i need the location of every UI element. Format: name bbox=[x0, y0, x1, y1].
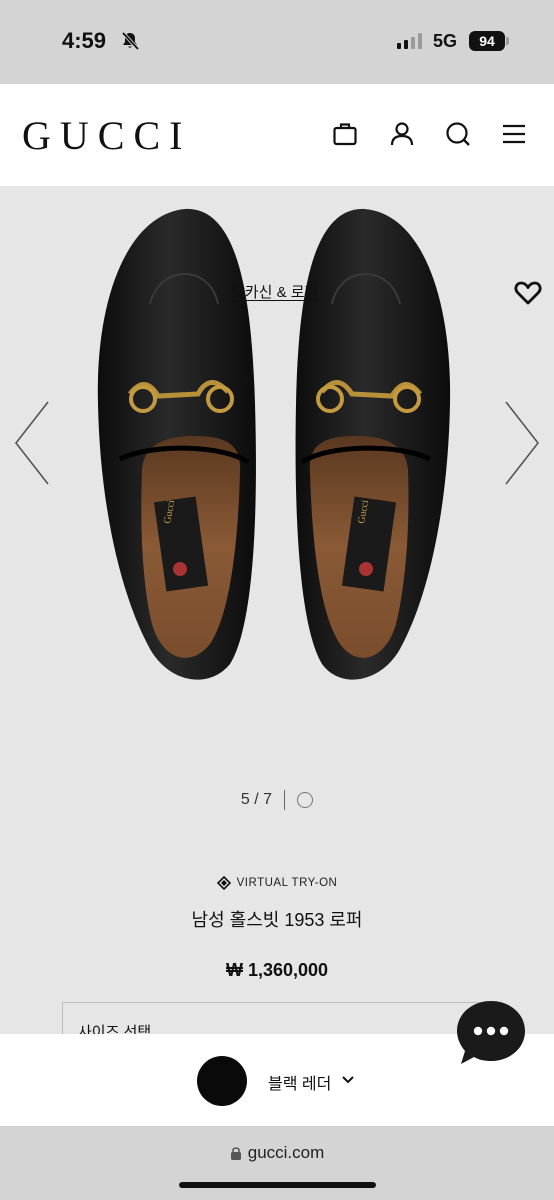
breadcrumb[interactable]: 모카신 & 로퍼 bbox=[231, 281, 318, 302]
color-swatch[interactable] bbox=[197, 1056, 247, 1106]
gallery-text: 5 / 7 bbox=[241, 791, 272, 809]
heart-icon[interactable] bbox=[514, 280, 542, 306]
product-hero: Gucci Gucci 모카신 & 로퍼 5 / 7 VIRTUAL TRY-O… bbox=[0, 186, 554, 1042]
battery-tip bbox=[506, 37, 509, 45]
left-shoe: Gucci bbox=[97, 208, 256, 680]
chevron-left-icon[interactable] bbox=[12, 398, 52, 488]
gallery-dot[interactable] bbox=[297, 792, 314, 808]
search-icon[interactable] bbox=[444, 120, 472, 148]
virtual-try-on-label: VIRTUAL TRY-ON bbox=[236, 877, 338, 889]
lock-icon bbox=[230, 1146, 241, 1160]
product-price: ₩ 1,360,000 bbox=[225, 960, 329, 980]
gucci-logo[interactable]: GUCCI bbox=[22, 112, 191, 159]
gallery-divider bbox=[284, 790, 286, 810]
status-time: 4:59 bbox=[62, 28, 107, 53]
network-label: 5G bbox=[433, 31, 458, 51]
user-icon[interactable] bbox=[388, 120, 416, 148]
menu-icon[interactable] bbox=[500, 120, 528, 148]
chevron-right-icon[interactable] bbox=[502, 398, 542, 488]
bell-slash-icon bbox=[121, 31, 140, 51]
url-field[interactable]: gucci.com bbox=[0, 1143, 554, 1163]
gallery-total: 7 bbox=[263, 791, 273, 808]
gallery-current: 5 bbox=[240, 791, 250, 808]
virtual-try-on[interactable]: VIRTUAL TRY-ON bbox=[0, 876, 554, 890]
url-text: gucci.com bbox=[247, 1143, 325, 1162]
battery-level: 94 bbox=[479, 33, 495, 49]
home-indicator bbox=[179, 1182, 376, 1188]
battery-icon: 94 bbox=[469, 31, 505, 51]
product-image: Gucci Gucci bbox=[97, 208, 451, 680]
variant-label: 블랙 레더 bbox=[268, 1076, 332, 1093]
gallery-counter: 5 / 7 bbox=[0, 790, 554, 810]
bag-icon[interactable] bbox=[331, 120, 359, 148]
virtual-try-on-icon bbox=[216, 876, 231, 890]
product-name: 남성 홀스빗 1953 로퍼 bbox=[191, 910, 363, 930]
site-header: GUCCI bbox=[0, 84, 554, 186]
chevron-down-icon[interactable] bbox=[341, 1075, 355, 1085]
right-shoe: Gucci bbox=[295, 208, 451, 680]
status-bar: 4:59 5G 94 bbox=[0, 0, 554, 84]
browser-url-bar: gucci.com bbox=[0, 1126, 554, 1200]
gallery-separator: / bbox=[254, 791, 259, 808]
chat-icon[interactable] bbox=[455, 997, 527, 1067]
signal-icon bbox=[397, 33, 422, 49]
